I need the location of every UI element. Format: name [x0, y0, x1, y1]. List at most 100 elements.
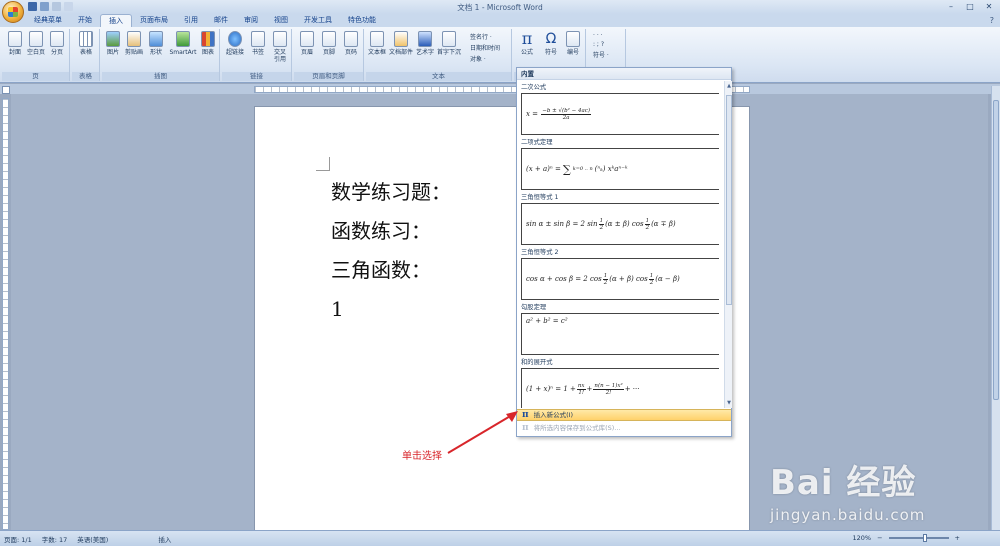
vertical-ruler[interactable]	[2, 98, 9, 530]
object-button[interactable]: 对象 ·	[470, 54, 500, 63]
zoom-in-icon[interactable]: +	[955, 534, 960, 542]
bookmark-icon	[251, 31, 265, 47]
clipart-button[interactable]: 剪贴画	[123, 31, 145, 56]
zoom-out-icon[interactable]: −	[877, 534, 882, 542]
equation-preview-binomial: (x + a)ⁿ = ∑ k=0 .. n (ⁿₖ) xᵏaⁿ⁻ᵏ	[521, 148, 719, 190]
tab-mailings[interactable]: 邮件	[206, 14, 236, 27]
header-button[interactable]: 页眉	[296, 31, 318, 56]
shapes-button[interactable]: 形状	[145, 31, 167, 56]
status-right: 120% − +	[853, 534, 960, 542]
textbox-button[interactable]: 文本框	[366, 31, 388, 56]
tab-view[interactable]: 视图	[266, 14, 296, 27]
vertical-scrollbar[interactable]	[991, 86, 1000, 530]
margin-corner-mark	[316, 157, 330, 171]
tab-page-layout[interactable]: 页面布局	[132, 14, 176, 27]
gallery-item-sum-expansion[interactable]: 和的展开式 (1 + x)ⁿ = 1 + nx 1! + n(n − 1)x² 2! + ·…	[517, 356, 723, 408]
zoom-slider[interactable]	[888, 534, 949, 542]
smartart-button[interactable]: SmartArt	[169, 31, 197, 56]
doc-line-number[interactable]: 1	[331, 290, 451, 329]
save-selection-item[interactable]: π 将所选内容保存到公式库(S)...	[517, 421, 731, 435]
gallery-item-trig2[interactable]: 三角恒等式 2 cos α + cos β = 2 cos 1 2 (α + β) c…	[517, 246, 723, 301]
doc-line-functions[interactable]: 函数练习：	[331, 212, 451, 251]
cover-page-button[interactable]: 封面	[4, 31, 26, 56]
blank-page-button[interactable]: 空白页	[25, 31, 47, 56]
wordart-button[interactable]: 艺术字	[414, 31, 436, 56]
close-icon[interactable]: ✕	[980, 1, 998, 12]
office-button[interactable]	[2, 1, 24, 23]
numbering-button[interactable]: 编号	[562, 31, 584, 56]
tab-references[interactable]: 引用	[176, 14, 206, 27]
chart-button[interactable]: 图表	[197, 31, 219, 56]
status-word-count[interactable]: 字数: 17	[42, 534, 68, 544]
clipart-icon	[127, 31, 141, 47]
minimize-icon[interactable]: –	[942, 1, 960, 12]
group-label-header-footer: 页眉和页脚	[294, 72, 363, 81]
help-icon[interactable]: ?	[990, 16, 994, 25]
gallery-item-caption: 二项式定理	[521, 139, 553, 146]
special-symbol-button[interactable]: 符号 ·	[593, 50, 609, 59]
doc-line-trig[interactable]: 三角函数：	[331, 251, 451, 290]
date-time-button[interactable]: 日期和时间	[470, 43, 500, 52]
page-break-icon	[50, 31, 64, 47]
gallery-scrollbar[interactable]: ▲ ▼	[724, 81, 732, 408]
signature-line-button[interactable]: 签名行 ·	[470, 32, 500, 41]
drop-cap-button[interactable]: 首字下沉	[437, 31, 461, 56]
shapes-icon	[149, 31, 163, 47]
bookmark-button[interactable]: 书签	[247, 31, 269, 56]
gallery-item-binomial[interactable]: 二项式定理 (x + a)ⁿ = ∑ k=0 .. n (ⁿₖ) xᵏaⁿ⁻ᵏ	[517, 136, 723, 191]
quick-parts-button[interactable]: 文档部件	[389, 31, 413, 56]
status-language[interactable]: 英语(美国)	[77, 534, 108, 544]
page-break-button[interactable]: 分页	[46, 31, 68, 56]
punctuation-grid-icon-2[interactable]: : ; ?	[593, 41, 609, 48]
tab-review[interactable]: 审阅	[236, 14, 266, 27]
page-number-button[interactable]: 页码	[340, 31, 362, 56]
save-selection-label: 将所选内容保存到公式库(S)...	[533, 424, 621, 432]
status-mode[interactable]: 插入	[158, 534, 171, 544]
special-symbols-items: · · · : ; ? 符号 ·	[593, 32, 609, 59]
maximize-icon[interactable]: □	[961, 1, 979, 12]
tab-special[interactable]: 特色功能	[340, 14, 384, 27]
ribbon-tabs: 经典菜单 开始 插入 页面布局 引用 邮件 审阅 视图 开发工具 特色功能	[26, 14, 384, 27]
zoom-slider-thumb[interactable]	[922, 534, 927, 542]
doc-line-title[interactable]: 数学练习题：	[331, 173, 451, 212]
insert-new-equation-item[interactable]: π 插入新公式(I)	[517, 409, 731, 421]
tab-developer[interactable]: 开发工具	[296, 14, 340, 27]
text-small-items: 签名行 · 日期和时间 对象 ·	[470, 32, 500, 63]
status-zoom[interactable]: 120%	[853, 534, 872, 542]
scroll-up-icon[interactable]: ▲	[726, 82, 732, 90]
numbering-icon	[566, 31, 580, 47]
tab-insert[interactable]: 插入	[100, 14, 132, 27]
cross-reference-button[interactable]: 交叉引用	[269, 31, 291, 63]
gallery-item-trig1[interactable]: 三角恒等式 1 sin α ± sin β = 2 sin 1 2 (α ± β) c…	[517, 191, 723, 246]
gallery-item-pythagorean[interactable]: 勾股定理 a² + b² = c²	[517, 301, 723, 356]
watermark-url: jingyan.baidu.com	[770, 506, 926, 524]
footer-button[interactable]: 页脚	[318, 31, 340, 56]
punctuation-grid-icon[interactable]: · · ·	[593, 32, 609, 39]
status-bar: 页面: 1/1 字数: 17 英语(美国) 插入 120% − +	[0, 530, 1000, 546]
picture-icon	[106, 31, 120, 47]
document-body[interactable]: 数学练习题： 函数练习： 三角函数： 1	[331, 173, 451, 329]
status-page[interactable]: 页面: 1/1	[4, 534, 32, 544]
scrollbar-thumb[interactable]	[993, 100, 999, 400]
ribbon-help-area: ?	[990, 16, 994, 25]
table-button[interactable]: 表格	[75, 31, 97, 56]
picture-button[interactable]: 图片	[102, 31, 124, 56]
equation-preview-pythagorean: a² + b² = c²	[521, 313, 719, 355]
gallery-item-quadratic[interactable]: 二次公式 x = −b ± √(b² − 4ac) 2a	[517, 81, 723, 136]
tab-selector-icon[interactable]	[2, 86, 10, 94]
chart-icon	[201, 31, 215, 47]
tab-home[interactable]: 开始	[70, 14, 100, 27]
wordart-icon	[418, 31, 432, 47]
hyperlink-button[interactable]: 超链接	[224, 31, 246, 56]
ribbon-tabs-row: 经典菜单 开始 插入 页面布局 引用 邮件 审阅 视图 开发工具 特色功能 ?	[0, 14, 1000, 27]
pi-icon: π	[522, 410, 529, 420]
gallery-scroll-thumb[interactable]	[726, 95, 732, 305]
equation-button[interactable]: π 公式	[516, 31, 538, 57]
window-title: 文档 1 - Microsoft Word	[457, 3, 543, 12]
scroll-down-icon[interactable]: ▼	[726, 399, 732, 407]
header-icon	[300, 31, 314, 47]
tab-classic-menu[interactable]: 经典菜单	[26, 14, 70, 27]
gallery-footer: π 插入新公式(I) π 将所选内容保存到公式库(S)...	[517, 409, 731, 435]
symbol-button[interactable]: Ω 符号	[540, 31, 562, 56]
equation-preview-trig2: cos α + cos β = 2 cos 1 2 (α + β) cos 1 2 (α −…	[521, 258, 719, 300]
